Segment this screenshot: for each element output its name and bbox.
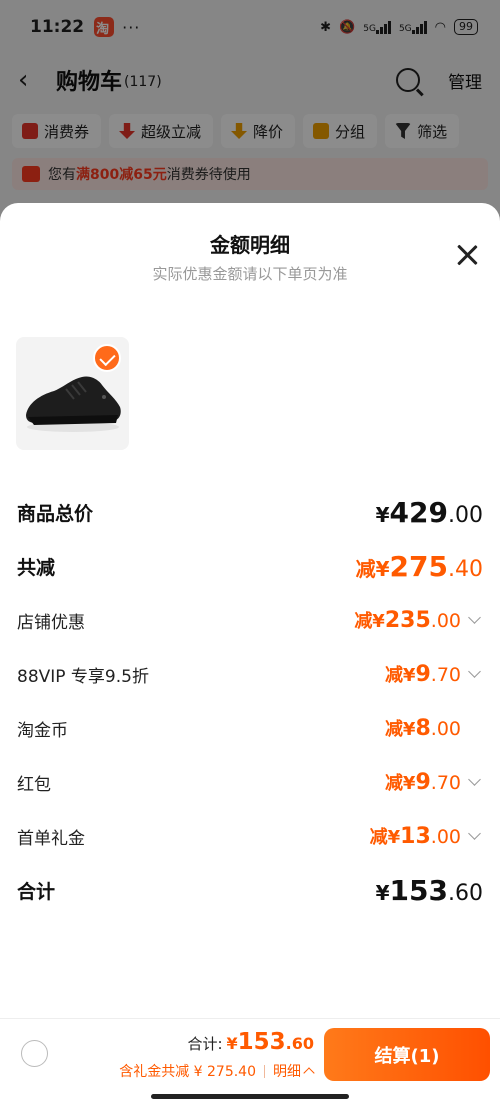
row-first-order-gift[interactable]: 首单礼金 减¥ 13 .00: [17, 816, 483, 856]
currency-prefix: ¥: [375, 502, 390, 527]
amount-detail-sheet: 金额明细 实际优惠金额请以下单页为准 商品总价 ¥ 429 .00 共减 减¥ …: [0, 203, 500, 1111]
currency-prefix: ¥: [375, 880, 390, 905]
amount-dec: .00: [430, 826, 461, 848]
discount-summary: 含礼金共减 ¥ 275.40 明细: [119, 1061, 314, 1081]
row-label: 首单礼金: [17, 828, 85, 849]
row-label: 商品总价: [17, 502, 94, 525]
currency-prefix: 减¥: [354, 611, 385, 632]
home-indicator[interactable]: [151, 1094, 349, 1099]
row-label: 88VIP 专享9.5折: [17, 666, 149, 687]
amount-int: 9: [415, 662, 431, 687]
row-label: 店铺优惠: [17, 612, 85, 633]
currency-prefix: 减¥: [355, 556, 390, 581]
row-total-discount: 共减 减¥ 275 .40: [17, 546, 483, 586]
row-value: 减¥ 235 .00: [354, 607, 461, 633]
row-label: 共减: [17, 556, 56, 579]
select-all-checkbox[interactable]: [21, 1040, 48, 1067]
total-line: 合计: ¥ 153 .60: [187, 1029, 314, 1055]
row-shop-discount[interactable]: 店铺优惠 减¥ 235 .00: [17, 600, 483, 640]
checkout-button[interactable]: 结算(1): [324, 1028, 490, 1081]
currency-prefix: 减¥: [384, 719, 416, 740]
row-grand-total: 合计 ¥ 153 .60: [17, 870, 483, 910]
amount-int: 13: [400, 824, 431, 849]
chevron-down-icon[interactable]: [467, 666, 483, 682]
currency-prefix: 减¥: [384, 773, 416, 794]
chevron-down-icon[interactable]: [467, 612, 483, 628]
row-label: 红包: [17, 774, 51, 795]
amount-int: 429: [389, 495, 448, 529]
amount-dec: .00: [430, 718, 461, 740]
row-red-packet[interactable]: 红包 减¥ 9 .70: [17, 762, 483, 802]
modal-overlay[interactable]: [0, 0, 500, 230]
total-label: 合计:: [187, 1035, 223, 1053]
chevron-up-icon: [304, 1066, 314, 1076]
chevron-down-icon[interactable]: [467, 774, 483, 790]
row-goods-total: 商品总价 ¥ 429 .00: [17, 492, 483, 532]
amount-dec: .70: [430, 664, 461, 686]
amount-dec: .60: [448, 880, 483, 906]
row-vip-discount[interactable]: 88VIP 专享9.5折 减¥ 9 .70: [17, 654, 483, 694]
detail-toggle[interactable]: 明细: [273, 1061, 314, 1081]
close-icon[interactable]: [454, 241, 480, 267]
sheet-subtitle: 实际优惠金额请以下单页为准: [152, 265, 348, 283]
amount-dec: .40: [448, 556, 483, 582]
row-value: ¥ 429 .00: [376, 496, 483, 529]
detail-label: 明细: [273, 1064, 301, 1080]
amount-int: 275: [389, 549, 448, 583]
amount-int: 235: [384, 608, 431, 633]
row-value: 减¥ 275 .40: [356, 550, 483, 583]
row-value: 减¥ 8 .00: [385, 715, 461, 741]
row-value: ¥ 153 .60: [376, 874, 483, 907]
row-label: 淘金币: [17, 720, 68, 741]
sheet-title: 金额明细: [210, 233, 290, 257]
row-label: 合计: [17, 880, 56, 903]
checkmark-icon[interactable]: [93, 344, 121, 372]
total-currency: ¥: [226, 1034, 238, 1053]
amount-dec: .00: [430, 610, 461, 632]
currency-prefix: 减¥: [369, 827, 401, 848]
amount-int: 8: [415, 716, 431, 741]
row-value: 减¥ 13 .00: [370, 823, 461, 849]
currency-prefix: 减¥: [384, 665, 416, 686]
divider: [264, 1064, 265, 1078]
amount-dec: .70: [430, 772, 461, 794]
amount-dec: .00: [448, 502, 483, 528]
row-taobao-coins: 淘金币 减¥ 8 .00: [17, 708, 483, 748]
row-value: 减¥ 9 .70: [385, 769, 461, 795]
amount-int: 153: [389, 873, 448, 907]
chevron-down-icon[interactable]: [467, 828, 483, 844]
amount-int: 9: [415, 770, 431, 795]
total-amount-dec: .60: [285, 1034, 314, 1053]
total-amount-int: 153: [237, 1029, 286, 1055]
row-value: 减¥ 9 .70: [385, 661, 461, 687]
discount-text: 含礼金共减 ¥ 275.40: [119, 1064, 256, 1080]
